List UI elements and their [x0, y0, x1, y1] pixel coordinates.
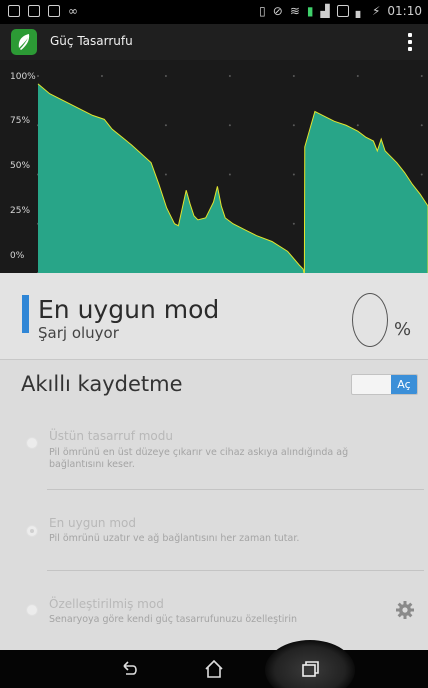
y-tick-label: 100% — [10, 72, 36, 82]
option-title[interactable]: Üstün tasarruf modu — [49, 429, 173, 443]
option-desc: Senaryoya göre kendi güç tasarrufunuzu ö… — [49, 614, 298, 625]
grid-dot — [228, 75, 231, 77]
grid-dot — [420, 75, 423, 77]
grid-dot — [420, 173, 423, 176]
grid-dot — [356, 124, 359, 127]
battery-charging-icon: ⚡ — [371, 4, 381, 18]
grid-dot — [420, 124, 423, 127]
wifi-icon: ≋ — [289, 4, 300, 18]
clock: 01:10 — [387, 4, 422, 18]
status-right-icons: ▯ ⊘ ≋ ▮ ▟ ▖ ⚡ 01:10 — [259, 4, 422, 18]
sim-signal-icon: ▖ — [355, 4, 365, 18]
battery-percent-value — [352, 293, 388, 347]
phone-icon: ▮ — [306, 4, 314, 18]
divider — [47, 570, 424, 571]
option-title[interactable]: Özelleştirilmiş mod — [49, 597, 164, 611]
grid-dot — [228, 124, 231, 127]
current-mode-card: En uygun mod Şarj oluyor % — [0, 273, 428, 360]
sim2-icon — [336, 5, 349, 17]
y-tick-label: 0% — [10, 251, 25, 261]
grid-dot — [100, 75, 103, 77]
navigation-bar — [0, 640, 428, 688]
grid-dot — [164, 75, 167, 77]
overflow-menu-icon[interactable] — [400, 32, 420, 52]
mode-subtitle: Şarj oluyor — [38, 324, 119, 342]
battery-chart-svg — [37, 75, 428, 273]
radio-custom-mode[interactable] — [26, 604, 38, 616]
grid-dot — [292, 222, 295, 225]
option-desc: Pil ömrünü en üst düzeye çıkarır ve ciha… — [49, 447, 349, 470]
divider — [47, 489, 424, 490]
toggle-on-label: Aç — [391, 375, 417, 394]
y-tick-label: 75% — [10, 116, 31, 126]
grid-dot — [356, 75, 359, 77]
vibrate-icon: ▯ — [259, 4, 266, 18]
series-area-2 — [304, 111, 428, 273]
file-icon — [28, 5, 40, 17]
back-icon[interactable] — [117, 658, 141, 680]
grid-dot — [164, 124, 167, 127]
battery-percent-sign: % — [394, 319, 412, 340]
radio-ultra-saving[interactable] — [26, 437, 38, 449]
battery-chart: 100% 75% 50% 25% 0% — [0, 60, 428, 273]
signal-icon: ▟ — [320, 4, 330, 18]
grid-dot — [292, 124, 295, 127]
y-tick-label: 50% — [10, 161, 31, 171]
grid-dot — [292, 75, 295, 77]
status-left-icons: ∞ — [8, 4, 78, 18]
status-bar: ∞ ▯ ⊘ ≋ ▮ ▟ ▖ ⚡ 01:10 — [0, 0, 428, 24]
leaf-icon[interactable] — [11, 29, 37, 55]
calendar-icon — [8, 5, 20, 17]
home-icon[interactable] — [202, 658, 226, 680]
mode-accent-bar — [22, 295, 29, 333]
app-title: Güç Tasarrufu — [50, 34, 133, 48]
radio-optimal-mode[interactable] — [26, 525, 38, 537]
grid-dot — [228, 173, 231, 176]
smart-save-panel: Akıllı kaydetme Aç Üstün tasarruf modu P… — [0, 360, 428, 650]
no-signal-icon: ⊘ — [272, 4, 283, 18]
option-title[interactable]: En uygun mod — [49, 516, 136, 530]
grid-dot — [164, 173, 167, 176]
recent-apps-icon[interactable] — [298, 658, 322, 680]
message-icon — [48, 5, 60, 17]
grid-dot — [292, 173, 295, 176]
voicemail-icon: ∞ — [68, 4, 78, 18]
mode-title: En uygun mod — [38, 295, 220, 324]
smart-save-title: Akıllı kaydetme — [21, 372, 183, 396]
settings-gear-icon[interactable] — [395, 600, 415, 620]
y-tick-label: 25% — [10, 206, 31, 216]
option-desc: Pil ömrünü uzatır ve ağ bağlantısını her… — [49, 533, 300, 544]
series-area-1 — [38, 83, 304, 273]
grid-dot — [37, 75, 39, 77]
action-bar: Güç Tasarrufu — [0, 24, 428, 60]
smart-save-toggle[interactable]: Aç — [351, 374, 418, 395]
